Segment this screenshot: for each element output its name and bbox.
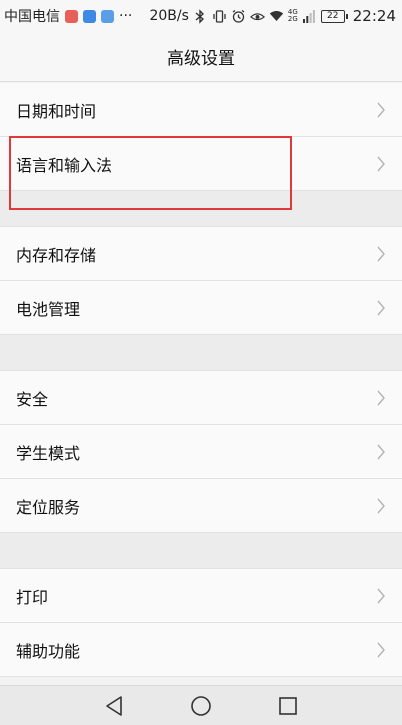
settings-item-battery[interactable]: 电池管理 [0,281,402,335]
settings-item-date-time[interactable]: 日期和时间 [0,83,402,137]
page-title: 高级设置 [0,32,402,82]
settings-item-print[interactable]: 打印 [0,569,402,623]
settings-item-label: 电池管理 [16,299,81,319]
network-type: 4G 2G [287,8,298,23]
signal-icon [302,8,317,24]
eye-comfort-icon [249,8,265,24]
group-divider [0,191,402,227]
bluetooth-icon [193,8,208,24]
carrier-label: 中国电信 [4,9,60,25]
recents-button[interactable] [276,694,300,718]
settings-item-language-input[interactable]: 语言和输入法 [0,137,402,191]
wifi-icon [269,8,284,24]
more-notifications-icon: ··· [119,8,133,24]
home-circle-icon [191,695,211,716]
settings-item-label: 日期和时间 [16,101,97,121]
group-divider [0,533,402,569]
alarm-icon [231,8,246,24]
gallery-app-icon [101,9,114,23]
chevron-right-icon [377,588,385,603]
sports-app-icon [83,9,96,23]
clock: 22:24 [352,7,396,25]
net-speed: 20B/s [149,8,189,24]
back-button[interactable] [102,694,126,718]
chevron-right-icon [377,642,385,657]
back-triangle-icon [105,695,122,716]
home-button[interactable] [189,694,213,718]
settings-item-location[interactable]: 定位服务 [0,479,402,533]
settings-list: 日期和时间 语言和输入法 内存和存储 电池管理 安全 学生模式 定位服务 打印 … [0,83,402,677]
chevron-right-icon [377,156,385,171]
settings-item-label: 语言和输入法 [16,155,113,175]
chevron-right-icon [377,390,385,405]
settings-item-label: 打印 [16,587,49,607]
group-divider [0,335,402,371]
recents-square-icon [279,696,298,715]
settings-item-label: 内存和存储 [16,245,97,265]
status-bar: 中国电信 ··· 20B/s 4G 2G 22 22:24 [0,0,402,32]
battery-icon: 22 [320,9,348,23]
vibrate-icon [212,8,227,24]
settings-item-memory-storage[interactable]: 内存和存储 [0,227,402,281]
settings-item-label: 定位服务 [16,497,81,517]
chevron-right-icon [377,300,385,315]
message-app-icon [65,9,78,23]
settings-item-accessibility[interactable]: 辅助功能 [0,623,402,677]
chevron-right-icon [377,102,385,117]
settings-item-student-mode[interactable]: 学生模式 [0,425,402,479]
settings-item-label: 学生模式 [16,443,81,463]
chevron-right-icon [377,498,385,513]
settings-item-label: 辅助功能 [16,641,81,661]
settings-item-label: 安全 [16,389,49,409]
chevron-right-icon [377,444,385,459]
navigation-bar [0,685,402,725]
settings-item-security[interactable]: 安全 [0,371,402,425]
chevron-right-icon [377,246,385,261]
